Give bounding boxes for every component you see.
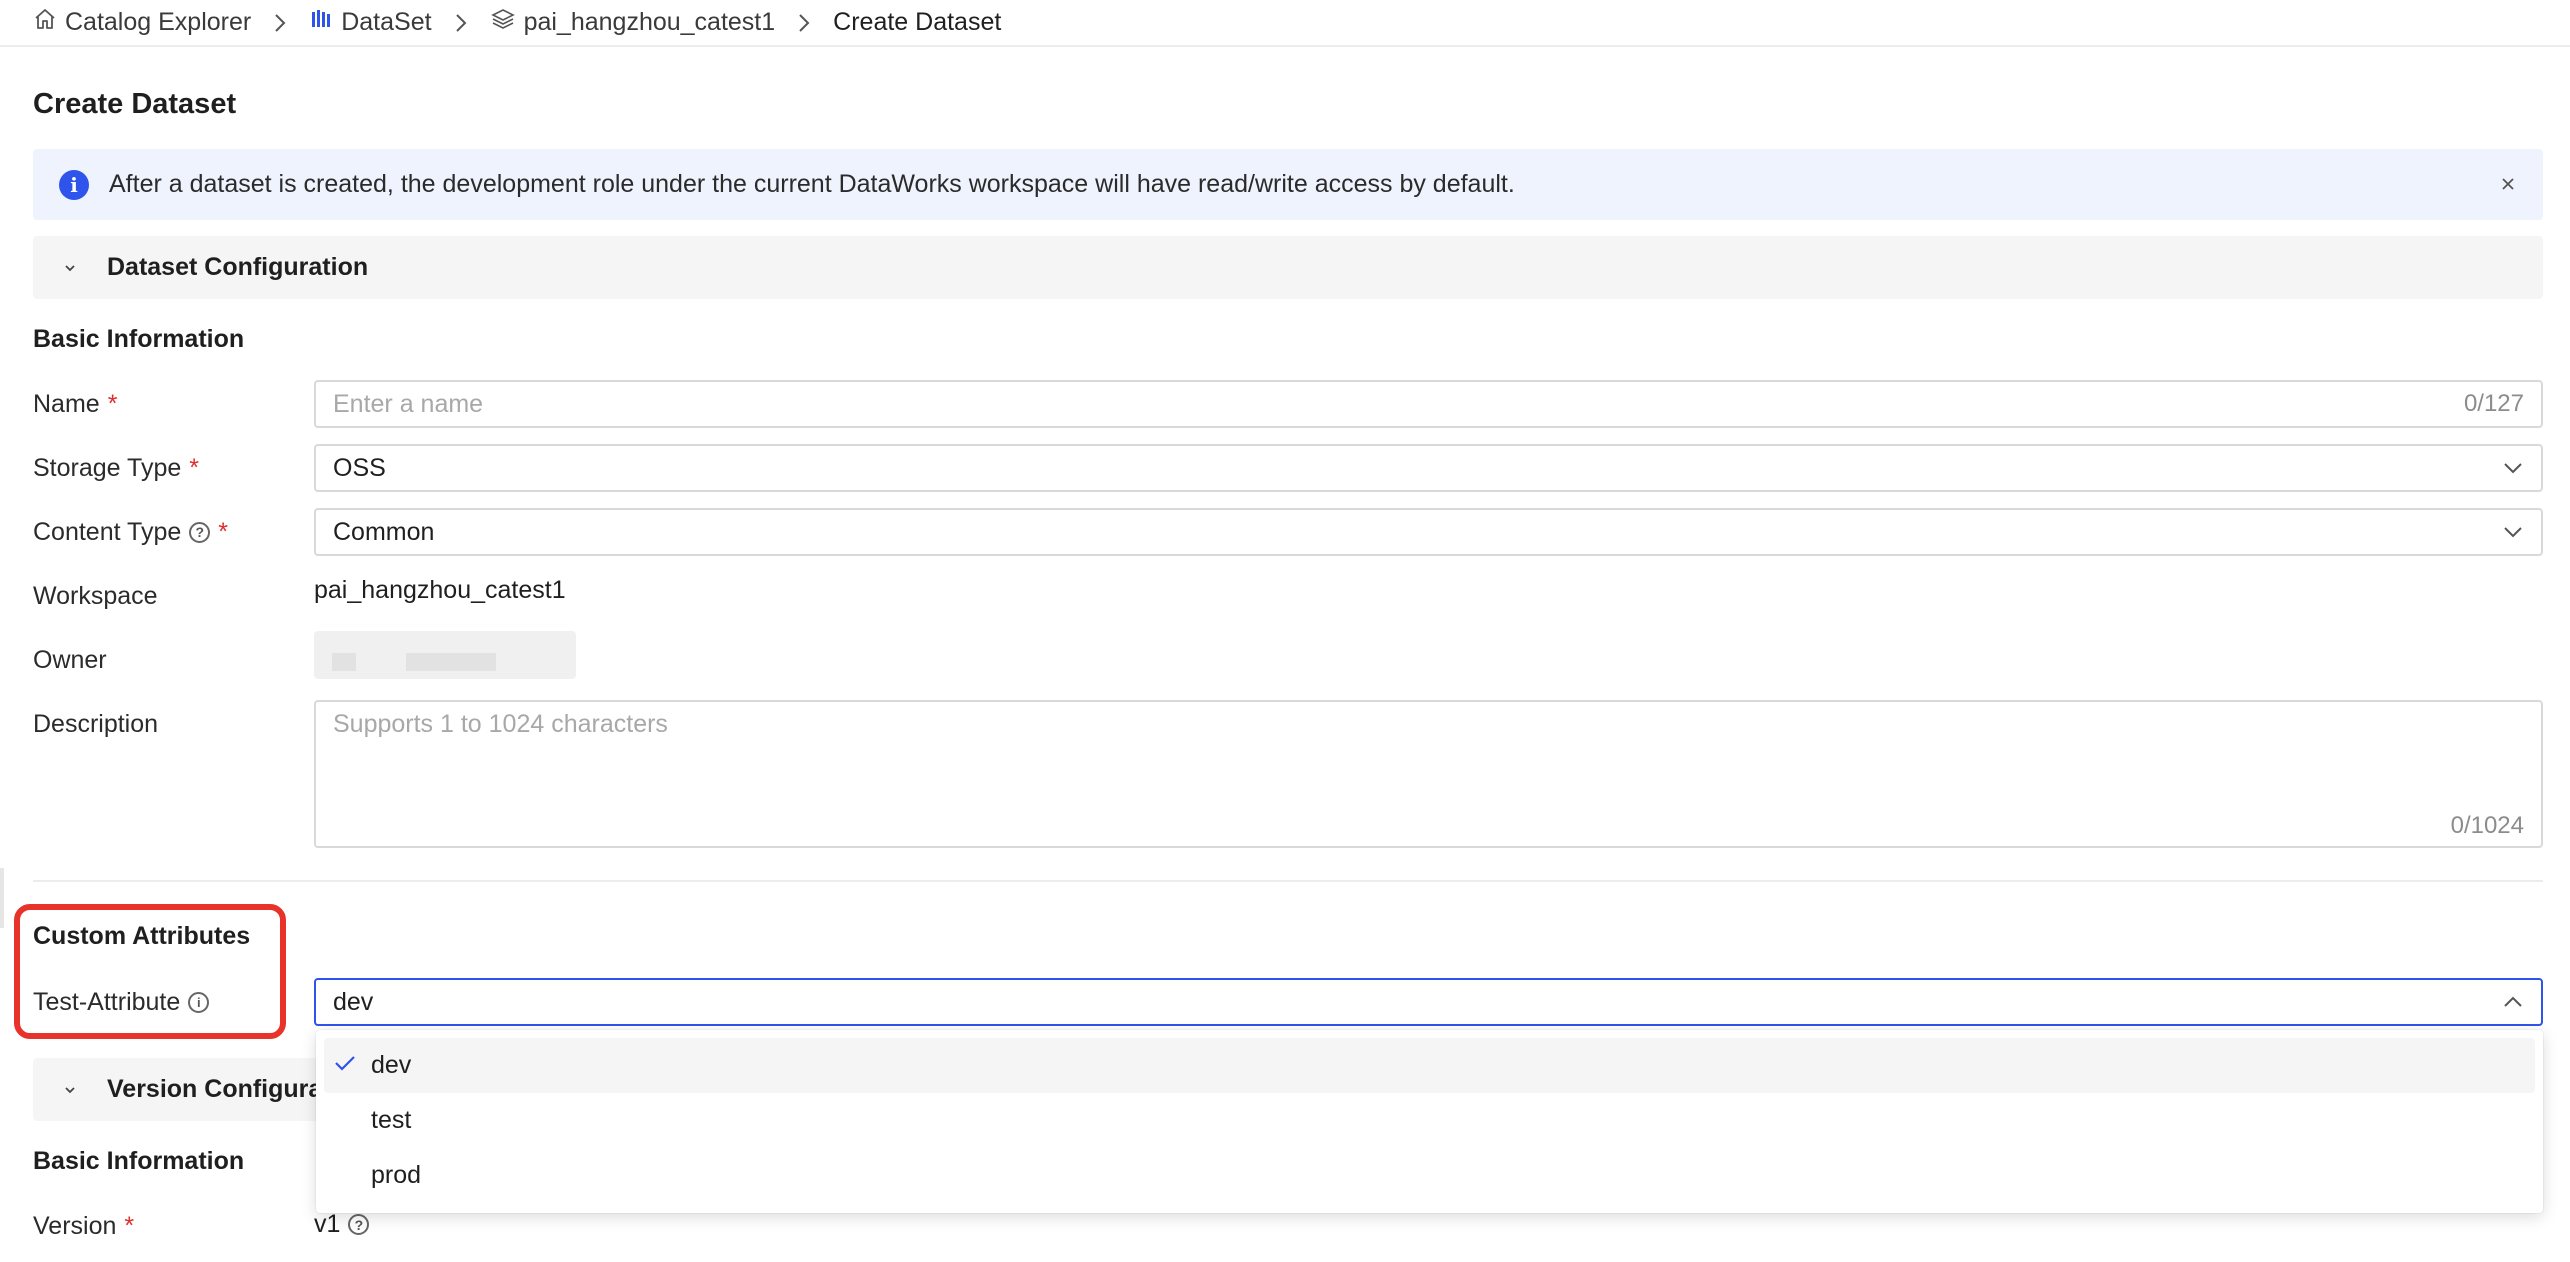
version-value-wrap: v1 ?	[314, 1210, 370, 1239]
dropdown-option-test[interactable]: test	[324, 1093, 2535, 1148]
test-attribute-dropdown: dev test prod	[316, 1030, 2543, 1213]
storage-type-value: OSS	[333, 453, 386, 482]
description-label: Description	[33, 709, 159, 738]
content-type-select[interactable]: Common	[314, 508, 2543, 556]
help-icon[interactable]: ?	[348, 1214, 370, 1235]
name-placeholder: Enter a name	[333, 389, 484, 418]
workspace-label: Workspace	[33, 581, 158, 610]
breadcrumb-dataset[interactable]: DataSet	[309, 7, 432, 38]
chevron-right-icon	[273, 12, 287, 34]
chevron-down-icon	[2502, 525, 2524, 539]
chevron-down-icon	[63, 263, 77, 273]
close-icon[interactable]	[2495, 171, 2521, 197]
name-counter: 0/127	[2463, 390, 2524, 417]
test-attribute-select[interactable]: dev	[314, 978, 2543, 1026]
home-icon	[33, 7, 57, 38]
chevron-up-icon	[2502, 995, 2524, 1009]
option-label: test	[371, 1106, 412, 1134]
version-label: Version *	[33, 1209, 134, 1243]
section-title: Version Configurat	[107, 1075, 331, 1103]
option-label: dev	[371, 1051, 412, 1079]
chevron-down-icon	[63, 1085, 77, 1095]
breadcrumb-label: pai_hangzhou_catest1	[523, 8, 776, 36]
breadcrumb-current: Create Dataset	[833, 8, 1001, 37]
required-mark: *	[218, 517, 228, 546]
test-attribute-value: dev	[333, 987, 374, 1016]
divider	[33, 880, 2543, 882]
notice-text: After a dataset is created, the developm…	[109, 170, 1515, 198]
description-textarea[interactable]: Supports 1 to 1024 characters 0/1024	[314, 700, 2543, 848]
name-label: Name *	[33, 387, 117, 421]
page-title: Create Dataset	[33, 88, 237, 120]
required-mark: *	[189, 453, 199, 482]
info-notice: i After a dataset is created, the develo…	[33, 149, 2543, 220]
check-icon	[334, 1054, 356, 1072]
highlight-annotation	[14, 904, 286, 1039]
required-mark: *	[107, 389, 118, 418]
label-text: Content Type	[33, 517, 182, 546]
breadcrumb: Catalog Explorer DataSet pai_hangzhou_ca…	[0, 0, 2570, 47]
sidebar-edge	[0, 868, 4, 928]
label-text: Storage Type	[33, 453, 182, 482]
label-text: Name	[33, 389, 100, 418]
version-value: v1	[314, 1210, 341, 1238]
breadcrumb-label: Catalog Explorer	[65, 8, 252, 36]
name-input[interactable]: Enter a name 0/127	[314, 380, 2543, 428]
description-placeholder: Supports 1 to 1024 characters	[333, 710, 668, 738]
breadcrumb-label: DataSet	[341, 8, 432, 36]
label-text: Version	[33, 1211, 117, 1240]
owner-label: Owner	[33, 645, 107, 674]
storage-type-select[interactable]: OSS	[314, 444, 2543, 492]
chevron-right-icon	[454, 12, 468, 34]
dataset-icon	[309, 7, 333, 38]
breadcrumb-label: Create Dataset	[833, 8, 1002, 36]
section-dataset-configuration[interactable]: Dataset Configuration	[33, 236, 2543, 299]
help-icon[interactable]: ?	[189, 521, 211, 543]
chevron-down-icon	[2502, 461, 2524, 475]
dropdown-option-dev[interactable]: dev	[324, 1038, 2535, 1093]
option-label: prod	[371, 1161, 422, 1189]
content-type-label: Content Type ? *	[33, 515, 228, 549]
storage-type-label: Storage Type *	[33, 451, 199, 485]
workspace-value: pai_hangzhou_catest1	[314, 576, 566, 604]
info-icon: i	[59, 169, 89, 200]
breadcrumb-workspace[interactable]: pai_hangzhou_catest1	[490, 7, 776, 38]
section-title: Dataset Configuration	[107, 253, 369, 281]
owner-avatar-blurred	[314, 631, 576, 679]
dropdown-option-prod[interactable]: prod	[324, 1148, 2535, 1203]
layers-icon	[490, 7, 516, 38]
basic-information-title: Basic Information	[33, 325, 245, 353]
chevron-right-icon	[797, 12, 811, 34]
breadcrumb-catalog-explorer[interactable]: Catalog Explorer	[33, 7, 251, 38]
content-type-value: Common	[333, 517, 435, 546]
required-mark: *	[124, 1211, 135, 1240]
version-basic-information-title: Basic Information	[33, 1147, 245, 1175]
description-counter: 0/1024	[2450, 812, 2524, 839]
